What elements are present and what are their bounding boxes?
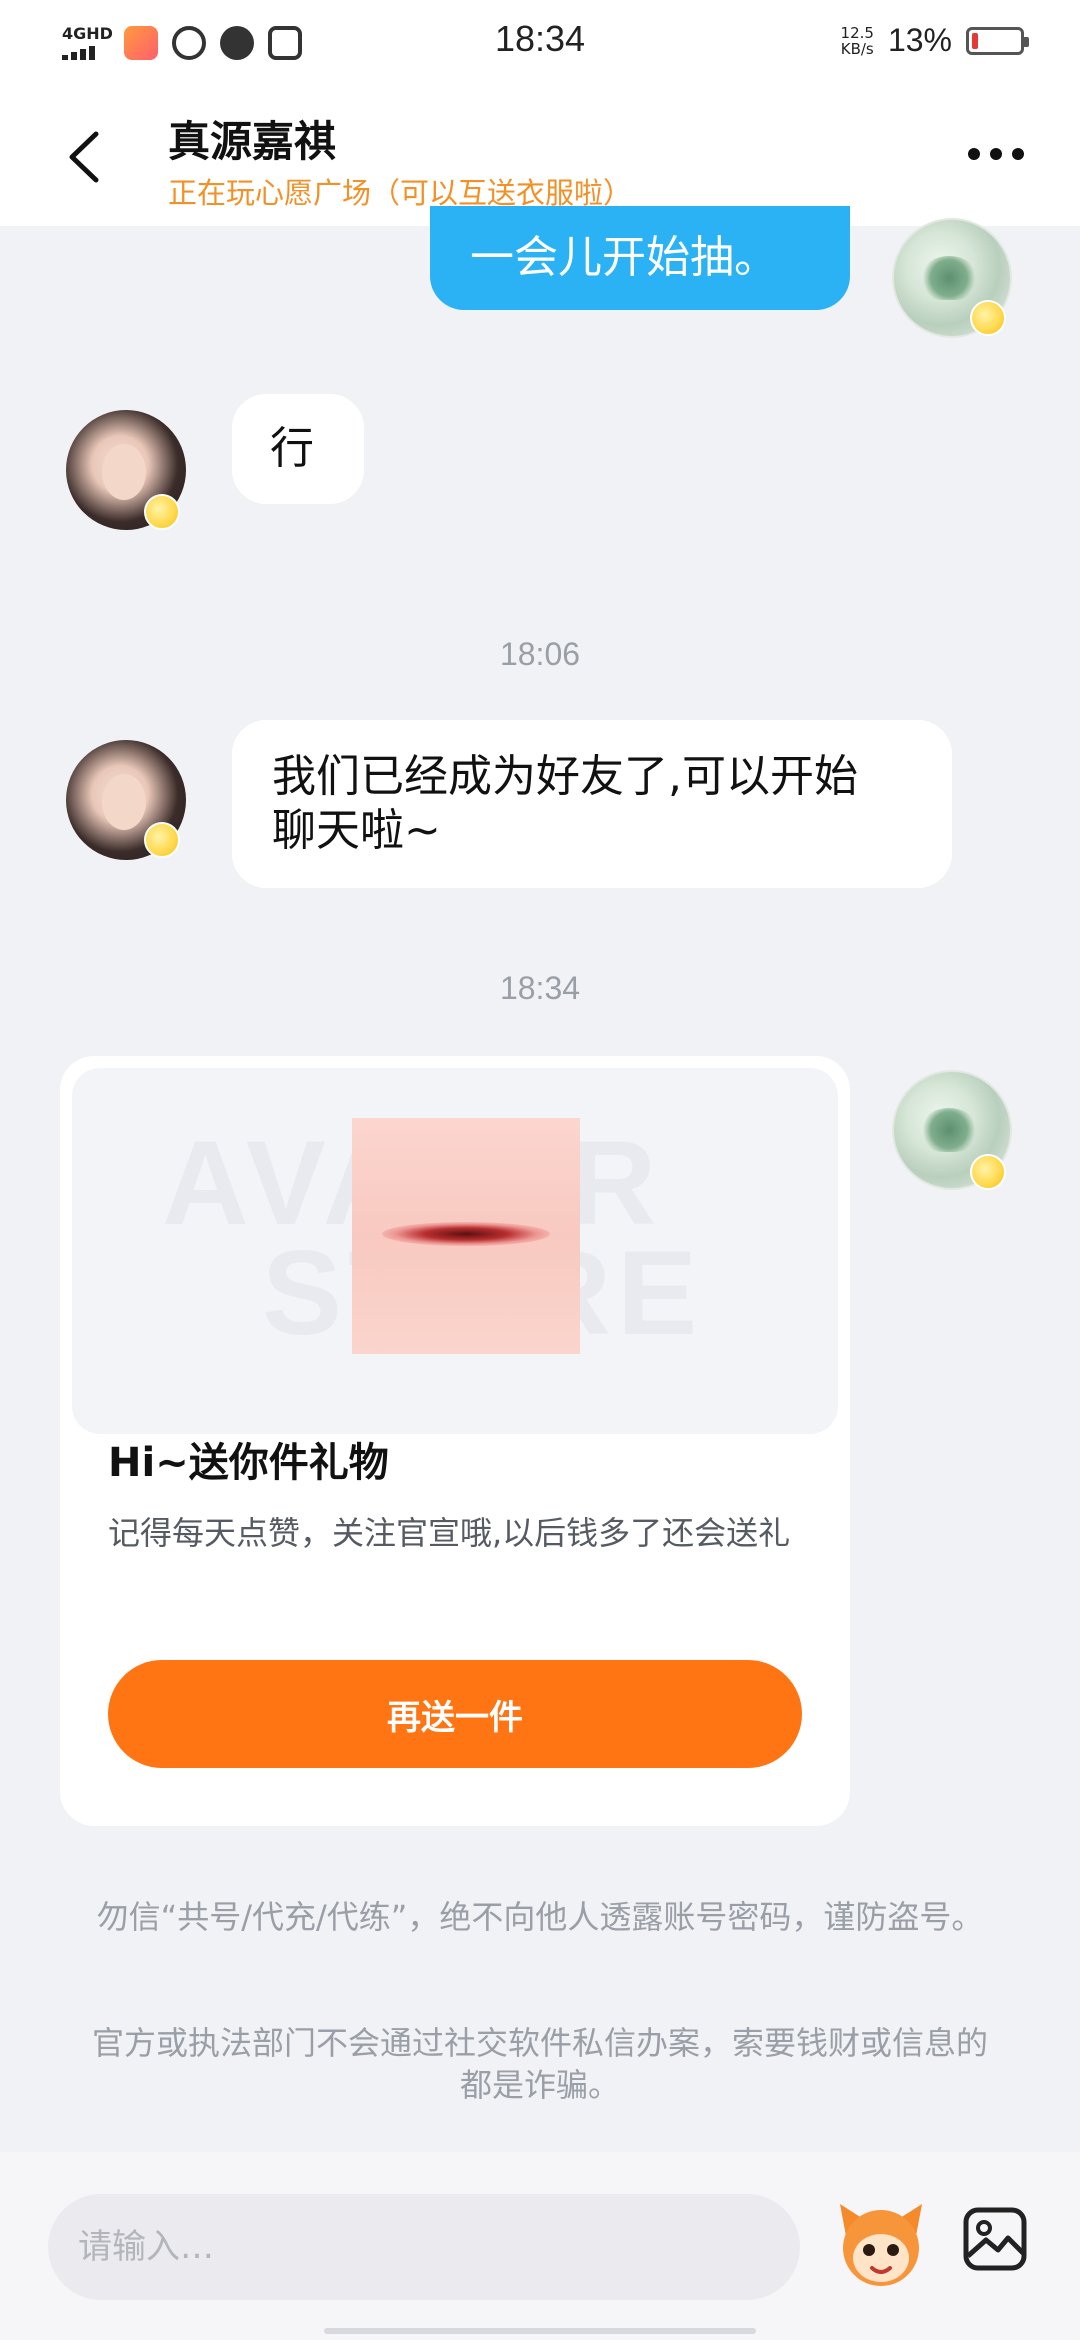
home-indicator[interactable] bbox=[324, 2328, 756, 2334]
message-bubble-theirs[interactable]: 行 bbox=[232, 394, 364, 504]
message-bubble-theirs[interactable]: 我们已经成为好友了,可以开始 聊天啦~ bbox=[232, 720, 952, 888]
status-bar: 4GHD 18:34 12.5 KB/s 13% bbox=[0, 0, 1080, 84]
more-dots-icon[interactable] bbox=[968, 144, 1028, 164]
lips-graphic bbox=[382, 1222, 550, 1246]
battery-percent: 13% bbox=[887, 22, 952, 58]
status-right: 12.5 KB/s 13% bbox=[841, 22, 1029, 59]
gift-title: Hi~送你件礼物 bbox=[108, 1440, 389, 1486]
emoji-badge-icon bbox=[970, 300, 1006, 336]
gift-preview[interactable]: AVATAR STORE bbox=[72, 1068, 838, 1434]
battery-icon bbox=[966, 26, 1029, 55]
fraud-notice: 官方或执法部门不会通过社交软件私信办案，索要钱财或信息的都是诈骗。 bbox=[91, 2024, 988, 2104]
battery-fill bbox=[972, 32, 978, 49]
send-again-button[interactable]: 再送一件 bbox=[108, 1660, 802, 1768]
image-picture-icon[interactable] bbox=[962, 2206, 1028, 2272]
timestamp: 18:06 bbox=[499, 636, 581, 672]
emoji-badge-icon bbox=[144, 822, 180, 858]
gift-description: 记得每天点赞，关注官宣哦,以后钱多了还会送礼 bbox=[108, 1514, 791, 1552]
message-text-line: 我们已经成为好友了,可以开始 bbox=[272, 751, 858, 802]
message-text: 一会儿开始抽。 bbox=[470, 232, 778, 283]
message-input[interactable]: 请输入… bbox=[48, 2194, 800, 2300]
message-bubble-mine[interactable]: 一会儿开始抽。 bbox=[430, 206, 850, 310]
gift-card[interactable]: AVATAR STORE Hi~送你件礼物 记得每天点赞，关注官宣哦,以后钱多了… bbox=[60, 1056, 850, 1826]
mascot-face-icon[interactable] bbox=[836, 2196, 926, 2292]
chat-header: 真源嘉祺 正在玩心愿广场（可以互送衣服啦） bbox=[0, 84, 1080, 226]
chevron-left-icon[interactable] bbox=[62, 130, 106, 184]
message-text-line: 聊天啦~ bbox=[272, 805, 441, 856]
message-text: 行 bbox=[270, 423, 314, 474]
input-bar: 请输入… bbox=[0, 2152, 1080, 2340]
security-notice: 勿信“共号/代充/代练”，绝不向他人透露账号密码，谨防盗号。 bbox=[96, 1898, 984, 1936]
network-speed-value: 12.5 bbox=[840, 23, 874, 42]
chat-title: 真源嘉祺 bbox=[168, 117, 337, 166]
timestamp: 18:34 bbox=[499, 970, 581, 1006]
emoji-badge-icon bbox=[144, 494, 180, 530]
gift-item-image[interactable] bbox=[352, 1118, 580, 1354]
network-speed-unit: KB/s bbox=[840, 39, 874, 58]
network-speed: 12.5 KB/s bbox=[841, 25, 874, 57]
emoji-badge-icon bbox=[970, 1154, 1006, 1190]
